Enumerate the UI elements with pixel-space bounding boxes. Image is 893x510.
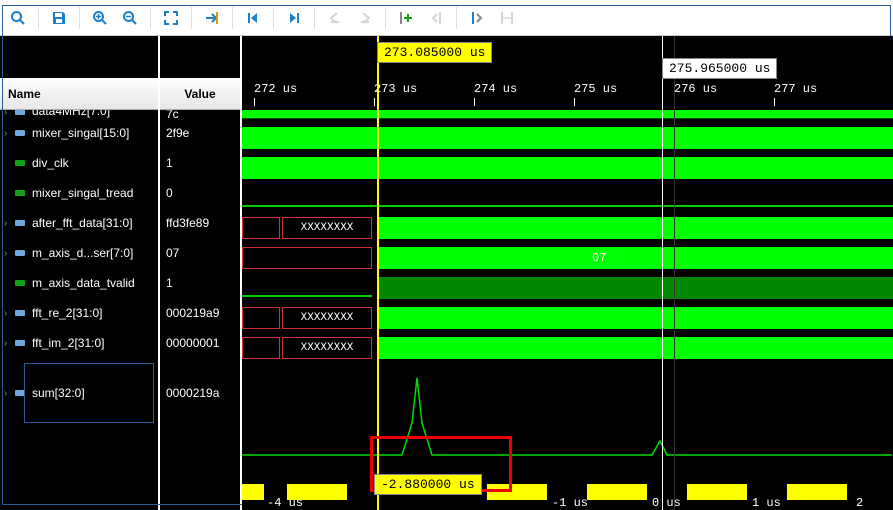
time-ruler-bottom[interactable]: -4 us -1 us 0 us 1 us 2 xyxy=(242,480,893,510)
signal-value[interactable]: 0000219a xyxy=(160,358,240,428)
ruler-tick: 273 us xyxy=(374,82,417,96)
ruler-tick: 272 us xyxy=(254,82,297,96)
marker-delta-label: -2.880000 us xyxy=(374,474,482,495)
wave-fft-re[interactable]: XXXXXXXX xyxy=(242,303,893,333)
xxxxxxxx-label: XXXXXXXX xyxy=(301,222,354,234)
ruler-tick: 274 us xyxy=(474,82,517,96)
ruler-tick-bottom: 2 xyxy=(856,496,863,510)
signal-value-panel: Value 7c2f9e10ffd3fe89071000219a90000000… xyxy=(160,36,242,510)
wave-mixer-tread[interactable] xyxy=(242,183,893,213)
wave-fft-im[interactable]: XXXXXXXX xyxy=(242,333,893,363)
bus-value-07: 07 xyxy=(592,251,606,265)
time-ruler-top[interactable]: 272 us 273 us 274 us 275 us 276 us 277 u… xyxy=(242,78,893,106)
waveform-rows: XXXXXXXX 07 XXXXXXXX xyxy=(242,110,893,463)
wave-div-clk[interactable] xyxy=(242,153,893,183)
xxxxxxxx-label: XXXXXXXX xyxy=(301,342,354,354)
ruler-tick-bottom: -1 us xyxy=(552,496,588,510)
ruler-tick-bottom: 1 us xyxy=(752,496,781,510)
ruler-tick: 276 us xyxy=(674,82,717,96)
cursor-secondary[interactable] xyxy=(662,36,663,510)
waveform-area[interactable]: 273.085000 us 275.965000 us 272 us 273 u… xyxy=(242,36,893,510)
wave-after-fft[interactable]: XXXXXXXX xyxy=(242,213,893,243)
ruler-tick: 277 us xyxy=(774,82,817,96)
main-content: Name ›data4MHz[7:0]›mixer_singal[15:0]di… xyxy=(0,36,893,510)
xxxxxxxx-label: XXXXXXXX xyxy=(301,312,354,324)
ruler-tick-bottom: 0 us xyxy=(652,496,681,510)
ruler-tick-bottom: -4 us xyxy=(267,496,303,510)
ruler-tick: 275 us xyxy=(574,82,617,96)
wave-tvalid[interactable] xyxy=(242,273,893,303)
wave-data4mhz[interactable] xyxy=(242,110,893,118)
wave-tuser[interactable]: 07 xyxy=(242,243,893,273)
wave-mixer-singal[interactable] xyxy=(242,123,893,153)
marker-secondary-label[interactable]: 275.965000 us xyxy=(662,58,777,79)
marker-primary-label[interactable]: 273.085000 us xyxy=(377,42,492,63)
wave-sum-analog[interactable] xyxy=(242,363,893,463)
